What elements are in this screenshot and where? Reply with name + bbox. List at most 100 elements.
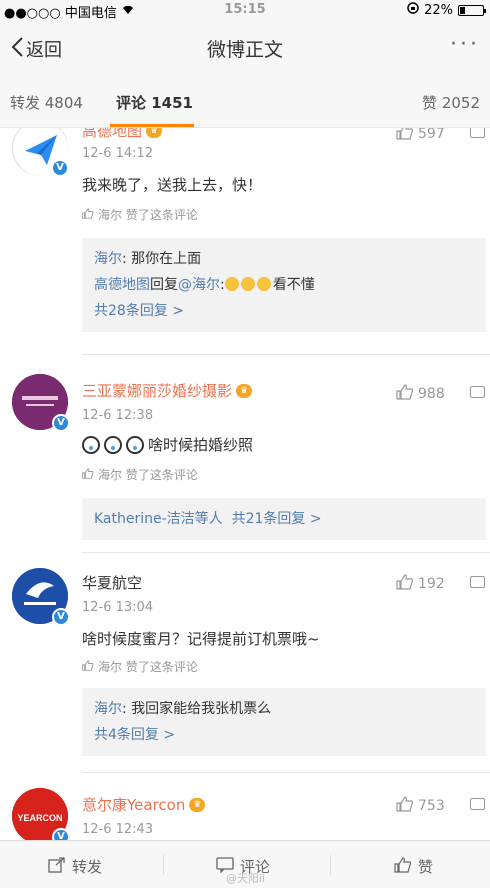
reply-box[interactable]: 海尔: 我回家能给我张机票么 共4条回复 > (82, 688, 486, 756)
status-bar: ●●○○○ 中国电信 15:15 22% (0, 0, 490, 21)
reply-line: 海尔: 我回家能给我张机票么 (94, 696, 474, 722)
page-title: 微博正文 (206, 39, 283, 61)
avatar[interactable]: V (12, 128, 69, 177)
comment-author[interactable]: 意尔康Yearcon ♛ (82, 794, 206, 815)
reply-user-link[interactable]: 海尔 (94, 251, 122, 267)
like-button[interactable]: 753 (396, 796, 445, 816)
avatar-brand-text: YEARCON (17, 813, 62, 823)
liked-by-note: 海尔 赞了这条评论 (82, 206, 198, 223)
battery-icon (458, 4, 486, 16)
like-label: 赞 (418, 858, 434, 876)
comment-time: 12-6 12:38 (82, 408, 154, 423)
reply-icon[interactable] (470, 386, 485, 398)
comment-item: V 三亚蒙娜丽莎婚纱摄影 ♛ 12-6 12:38 988 啥时候拍婚纱照 海尔… (0, 374, 490, 554)
like-button[interactable]: 988 (396, 384, 445, 404)
comment-item: YEARCON V 意尔康Yearcon ♛ 12-6 12:43 753 (0, 788, 490, 840)
reply-users-summary[interactable]: Katherine-洁洁等人 (94, 511, 223, 527)
divider (82, 354, 490, 355)
avatar[interactable]: V (12, 374, 70, 432)
divider (163, 855, 164, 875)
like-count: 597 (418, 128, 445, 142)
thumbs-up-icon (396, 384, 414, 404)
like-count: 753 (418, 798, 445, 814)
divider (82, 772, 490, 773)
liked-by-text: 海尔 赞了这条评论 (98, 468, 198, 482)
thumbs-up-icon (396, 574, 414, 594)
reply-icon[interactable] (470, 576, 485, 588)
like-count: 192 (418, 576, 445, 592)
more-replies-link[interactable]: 共21条回复 > (232, 511, 322, 527)
share-icon (48, 856, 66, 877)
comment-list[interactable]: V 高德地图 ♛ 12-6 14:12 597 我来晚了，送我上去，快！ 海尔 … (0, 128, 490, 840)
comment-text: 啥时候度蜜月？记得提前订机票哦~ (82, 630, 320, 648)
lock-rotation-icon (407, 2, 419, 18)
reply-verb: 回复 (150, 277, 178, 293)
avatar[interactable]: YEARCON V (12, 788, 70, 840)
thumbs-up-icon (82, 207, 94, 222)
repost-label: 转发 (72, 858, 103, 876)
surprised-face-icon (104, 436, 122, 454)
comment-text-body: 啥时候拍婚纱照 (148, 436, 254, 454)
comment-time: 12-6 13:04 (82, 600, 154, 615)
thumbs-up-icon (394, 856, 412, 877)
liked-by-note: 海尔 赞了这条评论 (82, 466, 198, 483)
liked-by-note: 海尔 赞了这条评论 (82, 658, 198, 675)
verified-badge-icon: V (51, 159, 69, 177)
mention-link[interactable]: @海尔 (178, 277, 220, 293)
more-replies-link[interactable]: 共4条回复 > (94, 722, 474, 748)
reply-user-link[interactable]: 高德地图 (94, 277, 150, 293)
comment-author[interactable]: 华夏航空 (82, 572, 142, 593)
verified-badge-icon: V (52, 414, 70, 432)
thumbs-up-icon (82, 467, 94, 482)
avatar[interactable]: V (12, 568, 70, 626)
nav-bar: 返回 微博正文 ··· (0, 20, 490, 76)
battery-percent: 22% (424, 2, 453, 18)
reply-line: 高德地图回复@海尔: 看不懂 (94, 277, 315, 293)
tab-reposts[interactable]: 转发 4804 (10, 92, 83, 113)
reply-icon[interactable] (470, 128, 485, 138)
comment-text: 啥时候拍婚纱照 (82, 434, 253, 455)
reply-user-link[interactable]: 海尔 (94, 701, 122, 717)
author-name: 高德地图 (82, 128, 143, 140)
comment-author[interactable]: 三亚蒙娜丽莎婚纱摄影 ♛ (82, 380, 253, 401)
more-replies-link[interactable]: 共28条回复 > (94, 298, 474, 324)
reply-text: : 那你在上面 (122, 251, 202, 267)
thumbs-up-icon (396, 128, 414, 144)
comment-text: 我来晚了，送我上去，快！ (82, 176, 263, 194)
comment-item: V 高德地图 ♛ 12-6 14:12 597 我来晚了，送我上去，快！ 海尔 … (0, 128, 490, 356)
emoji-icon (240, 277, 255, 291)
like-button[interactable]: 192 (396, 574, 445, 594)
tab-likes[interactable]: 赞 2052 (422, 92, 480, 113)
comment-item: V 华夏航空 12-6 13:04 192 啥时候度蜜月？记得提前订机票哦~ 海… (0, 568, 490, 778)
repost-button[interactable]: 转发 (48, 856, 102, 877)
author-name: 三亚蒙娜丽莎婚纱摄影 (82, 382, 233, 400)
emoji-icon (256, 277, 271, 291)
surprised-face-icon (82, 436, 100, 454)
reply-icon[interactable] (470, 798, 485, 810)
divider (330, 855, 331, 875)
reply-box[interactable]: 海尔: 那你在上面 高德地图回复@海尔: 看不懂 共28条回复 > (82, 238, 486, 332)
reply-text: 看不懂 (272, 277, 315, 293)
tab-bar: 转发 4804 评论 1451 赞 2052 (0, 76, 490, 128)
like-button[interactable]: 597 (396, 128, 445, 144)
thumbs-up-icon (82, 659, 94, 674)
author-name: 意尔康Yearcon (82, 796, 186, 814)
verified-badge-icon: V (52, 608, 70, 626)
surprised-face-icon (126, 436, 144, 454)
comment-author[interactable]: 高德地图 ♛ (82, 128, 163, 141)
more-options-button[interactable]: ··· (450, 32, 480, 57)
thumbs-up-icon (396, 796, 414, 816)
like-count: 988 (418, 386, 445, 402)
tab-comments[interactable]: 评论 1451 (116, 92, 193, 113)
divider (82, 552, 490, 553)
crown-icon: ♛ (146, 128, 163, 138)
liked-by-text: 海尔 赞了这条评论 (98, 660, 198, 674)
crown-icon: ♛ (236, 383, 253, 398)
reply-line: 海尔: 那你在上面 (94, 246, 474, 272)
like-post-button[interactable]: 赞 (394, 856, 433, 877)
liked-by-text: 海尔 赞了这条评论 (98, 208, 198, 222)
comment-time: 12-6 14:12 (82, 146, 154, 161)
reply-box[interactable]: Katherine-洁洁等人 共21条回复 > (82, 498, 486, 540)
watermark: @天阳ii (226, 872, 266, 885)
comment-time: 12-6 12:43 (82, 822, 154, 837)
